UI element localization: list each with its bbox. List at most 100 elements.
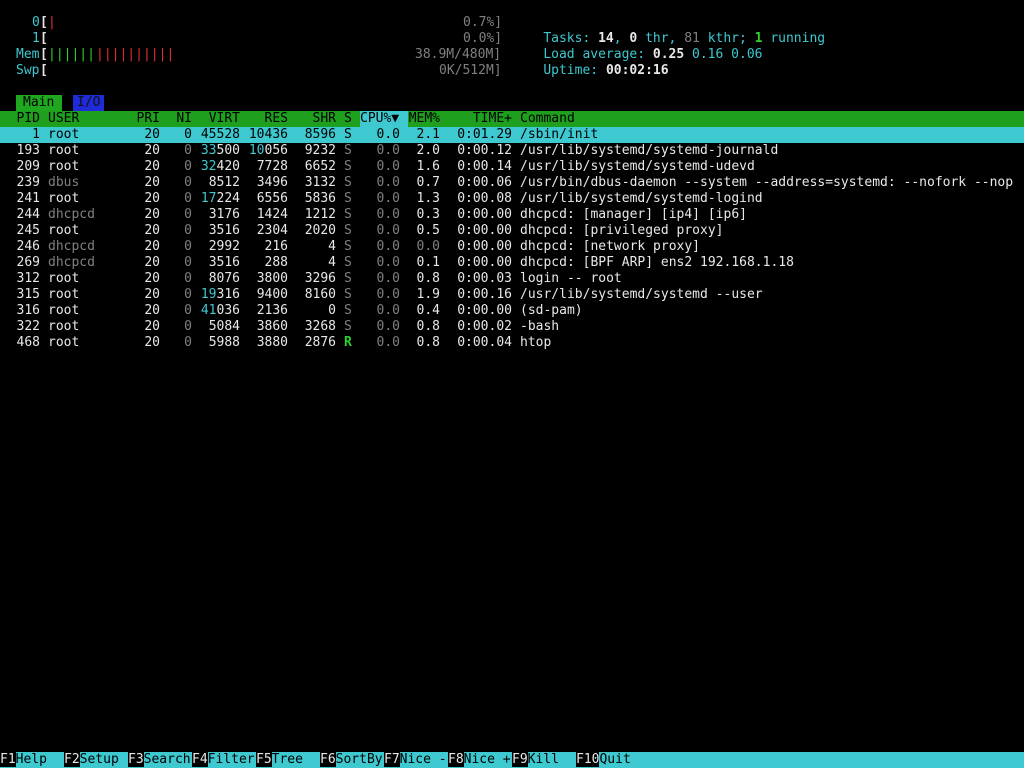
cell-ni: 0 [184, 319, 192, 334]
cell-command: /usr/lib/systemd/systemd --user [520, 287, 763, 302]
table-row[interactable]: 312 root 20 0 8076 3800 3296 S 0.0 0.8 0:00.03 logi… [0, 271, 1024, 287]
cell-time: 0:00.00 [457, 223, 512, 238]
cell-cpu: 0.0 [376, 287, 400, 302]
fkey-quit[interactable]: F10Quit [576, 752, 631, 768]
table-row[interactable]: 241 root 20 0 17224 6556 5836 S 0.0 1.3 0:00.08/us… [0, 191, 1024, 207]
cell-command: login -- root [520, 271, 622, 286]
col-shr[interactable]: SHR [296, 111, 336, 127]
cell-res: 3860 [256, 319, 288, 334]
fkey-label: Setup [79, 752, 119, 767]
col-res[interactable]: RES [248, 111, 288, 127]
cell-pri: 20 [144, 255, 160, 270]
cell-user: root [48, 303, 80, 318]
cell-cpu: 0.0 [376, 159, 400, 174]
table-row[interactable]: 315 root 20 0 19316 9400 8160 S 0.0 1.9 0:00.16/us… [0, 287, 1024, 303]
cell-shr: 2876 [304, 335, 336, 350]
table-row[interactable]: 316 root 20 0 41036 2136 0 S 0.0 0.4 0:00.00 (sd-pa… [0, 303, 1024, 319]
cell-ni: 0 [184, 255, 192, 270]
col-command[interactable]: Command [520, 111, 575, 127]
tab-io[interactable]: I/O [73, 95, 105, 111]
cell-res: 288 [264, 255, 288, 270]
cell-pri: 20 [144, 303, 160, 318]
col-user[interactable]: USER [48, 111, 79, 127]
cell-res: 3800 [256, 271, 288, 286]
cpu0-label: 0 [32, 15, 40, 30]
cell-pid: 246 [16, 239, 40, 254]
cell-s: S [344, 127, 352, 142]
cell-time: 0:00.06 [457, 175, 512, 190]
col-ni[interactable]: NI [168, 111, 192, 127]
table-row[interactable]: 193 root 20 0 33500 10056 9232 S 0.0 2.0 0:00.12/u… [0, 143, 1024, 159]
cell-time: 0:00.04 [457, 335, 512, 350]
cell-user: root [48, 223, 80, 238]
fkey-nice[interactable]: F7Nice - [384, 752, 447, 768]
col-pid[interactable]: PID [8, 111, 40, 127]
fkey-setup[interactable]: F2Setup [64, 752, 119, 768]
fkey-filter[interactable]: F4Filter [192, 752, 255, 768]
fkey-key: F10 [576, 752, 600, 767]
table-row[interactable]: 244 dhcpcd 20 0 3176 1424 1212 S 0.0 0.3 0:00.00 dh… [0, 207, 1024, 223]
cell-s: S [344, 159, 352, 174]
cell-user: dhcpcd [48, 207, 95, 222]
table-row[interactable]: 209 root 20 0 32420 7728 6652 S 0.0 1.6 0:00.14/us… [0, 159, 1024, 175]
cell-ni: 0 [184, 175, 192, 190]
cell-time: 0:00.16 [457, 287, 512, 302]
meters-panel: 0 [ | 0.7%] 1 [ 0.0%] Mem [ |||||| |||||… [0, 15, 1024, 79]
fkey-nice[interactable]: F8Nice + [448, 752, 511, 768]
load-5min: 0.16 [692, 47, 724, 62]
fkey-search[interactable]: F3Search [128, 752, 191, 768]
cell-res: 3496 [256, 175, 288, 190]
table-row[interactable]: 245 root 20 0 3516 2304 2020 S 0.0 0.5 0:00.00 dhcp… [0, 223, 1024, 239]
cell-shr: 5836 [304, 191, 336, 206]
table-row[interactable]: 322 root 20 0 5084 3860 3268 S 0.0 0.8 0:00.02 -bas… [0, 319, 1024, 335]
cell-s: S [344, 191, 352, 206]
cell-ni: 0 [184, 271, 192, 286]
table-row[interactable]: 468 root 20 0 5988 3880 2876 R 0.0 0.8 0:00.04 htop [0, 335, 1024, 351]
tab-main[interactable]: Main [16, 95, 63, 111]
cell-mem: 0.8 [416, 319, 440, 334]
cell-time: 0:00.14 [457, 159, 512, 174]
cell-shr: 8160 [304, 287, 336, 302]
table-row[interactable]: 246 dhcpcd 20 0 2992 216 4 S 0.0 0.0 0:00.00 dhcpcd… [0, 239, 1024, 255]
fkey-key: F5 [256, 752, 272, 767]
cpu0-open-bracket: [ [40, 15, 48, 30]
cpu0-meter: 0 [ | 0.7%] [0, 15, 502, 31]
cell-command: -bash [520, 319, 560, 334]
swap-meter: Swp [ 0K/512M] [0, 63, 502, 79]
col-time[interactable]: TIME+ [448, 111, 512, 127]
cell-virt: 41036 [200, 303, 240, 318]
cell-cpu: 0.0 [376, 207, 400, 222]
cell-cpu: 0.0 [376, 127, 400, 142]
cell-res: 10056 [248, 143, 288, 158]
fkey-sortby[interactable]: F6SortBy [320, 752, 383, 768]
col-virt[interactable]: VIRT [200, 111, 240, 127]
table-row-selected[interactable]: 1 root 20 0 45528 10436 8596 S 0.0 2.1 0:01.29/sbi… [0, 127, 1024, 143]
process-table-header: PID USER PRI NI VIRT RES SHR S CPU%▼ MEM… [0, 111, 1024, 127]
cell-s: S [344, 303, 352, 318]
table-row[interactable]: 239 dbus 20 0 8512 3496 3132 S 0.0 0.7 0:00.06/usr… [0, 175, 1024, 191]
cell-cpu: 0.0 [376, 335, 400, 350]
cell-pri: 20 [144, 335, 160, 350]
cell-pri: 20 [144, 239, 160, 254]
cell-time: 0:00.08 [457, 191, 512, 206]
fkey-label: SortBy [335, 752, 383, 767]
cell-s: S [344, 175, 352, 190]
cell-user: root [48, 271, 80, 286]
cell-time: 0:00.00 [457, 303, 512, 318]
fkey-kill[interactable]: F9Kill [512, 752, 559, 768]
load-15min: 0.06 [731, 47, 763, 62]
cell-cpu: 0.0 [376, 175, 400, 190]
table-row[interactable]: 269 dhcpcd 20 0 3516 288 4 S 0.0 0.1 0:00.00 dhcpcd… [0, 255, 1024, 271]
fkey-key: F3 [128, 752, 144, 767]
cell-mem: 0.8 [416, 271, 440, 286]
cell-virt: 17224 [200, 191, 240, 206]
cell-shr: 3296 [304, 271, 336, 286]
cell-shr: 9232 [304, 143, 336, 158]
fkey-help[interactable]: F1Help [0, 752, 47, 768]
fkey-tree[interactable]: F5Tree [256, 752, 303, 768]
col-state[interactable]: S [344, 111, 352, 127]
running-label: running [762, 31, 826, 46]
col-pri[interactable]: PRI [136, 111, 160, 127]
cell-virt: 3516 [208, 255, 240, 270]
col-mem[interactable]: MEM% [400, 111, 440, 127]
